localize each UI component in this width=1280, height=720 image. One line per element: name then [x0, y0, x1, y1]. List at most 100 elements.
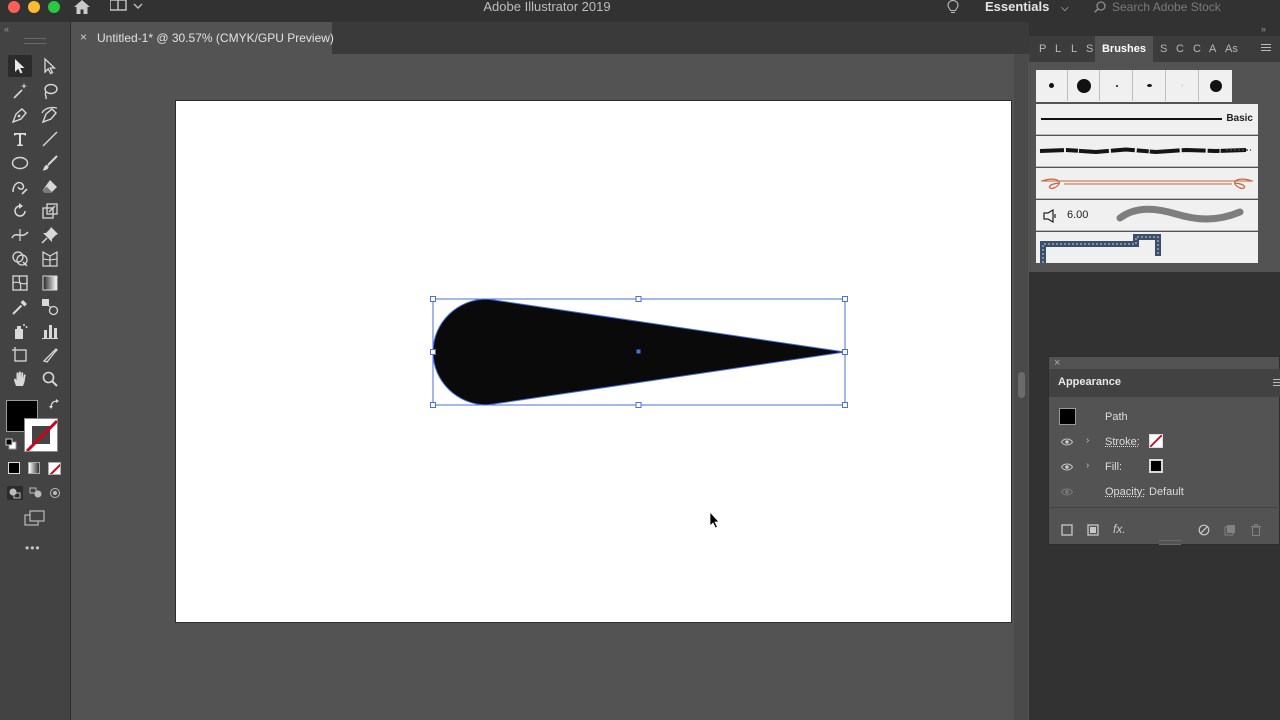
- stroke-swatch[interactable]: [24, 418, 58, 452]
- eye-icon[interactable]: [1061, 486, 1073, 498]
- app-title: Adobe Illustrator 2019: [483, 0, 611, 14]
- hand-tool[interactable]: [8, 368, 32, 390]
- stroke-color-swatch[interactable]: [1149, 434, 1163, 448]
- workspace-switcher[interactable]: Essentials ⌵: [985, 0, 1069, 16]
- toolbar-grip[interactable]: [24, 38, 46, 44]
- type-tool[interactable]: [8, 128, 32, 150]
- appearance-object-row[interactable]: Path: [1049, 405, 1280, 430]
- brush-bristle[interactable]: 6.00: [1036, 200, 1258, 231]
- tab-swatches[interactable]: S: [1086, 43, 1093, 55]
- tab-libraries[interactable]: L: [1071, 43, 1077, 55]
- brush-dab-tiny[interactable]: [1101, 70, 1133, 101]
- draw-inside-icon[interactable]: [48, 486, 64, 500]
- panel-menu-icon[interactable]: [1273, 379, 1280, 386]
- artboard-tool[interactable]: [8, 344, 32, 366]
- shape-builder-tool[interactable]: [8, 248, 32, 270]
- brush-art-decorative[interactable]: [1036, 168, 1258, 199]
- brush-dab-large[interactable]: [1068, 70, 1100, 101]
- direct-selection-tool[interactable]: [38, 55, 62, 77]
- default-fill-stroke-icon[interactable]: [5, 438, 17, 450]
- lasso-tool[interactable]: [38, 80, 62, 102]
- lightbulb-icon[interactable]: [947, 0, 959, 14]
- brush-basic[interactable]: Basic: [1036, 104, 1258, 135]
- add-stroke-icon[interactable]: [1061, 524, 1073, 536]
- gradient-mode-button[interactable]: [28, 462, 40, 474]
- edit-toolbar-button[interactable]: •••: [25, 541, 41, 555]
- paintbrush-tool[interactable]: [38, 152, 62, 174]
- document-tab[interactable]: × Untitled-1* @ 30.57% (CMYK/GPU Preview…: [72, 22, 334, 54]
- eraser-tool[interactable]: [38, 176, 62, 198]
- curvature-tool[interactable]: [38, 104, 62, 126]
- add-effect-icon[interactable]: fx.: [1113, 522, 1126, 536]
- brush-dab-faint[interactable]: [1167, 70, 1199, 101]
- puppet-warp-tool[interactable]: [38, 224, 62, 246]
- selection-tool[interactable]: [8, 55, 32, 77]
- brush-pattern[interactable]: [1036, 232, 1258, 263]
- duplicate-item-icon[interactable]: [1224, 524, 1236, 536]
- appearance-opacity-row[interactable]: Opacity: Default: [1049, 480, 1280, 505]
- swap-fill-stroke-icon[interactable]: [49, 399, 61, 411]
- brush-charcoal[interactable]: [1036, 136, 1258, 167]
- scale-tool[interactable]: [38, 200, 62, 222]
- tab-align[interactable]: A: [1209, 43, 1216, 55]
- none-mode-button[interactable]: [48, 462, 61, 475]
- close-panel-icon[interactable]: ×: [1054, 357, 1060, 369]
- mesh-tool[interactable]: [8, 272, 32, 294]
- blend-tool[interactable]: [38, 296, 62, 318]
- eye-icon[interactable]: [1061, 436, 1073, 448]
- symbol-sprayer-tool[interactable]: [8, 320, 32, 342]
- ellipse-tool[interactable]: [8, 152, 32, 174]
- appearance-fill-row[interactable]: › Fill:: [1049, 455, 1280, 480]
- add-fill-icon[interactable]: [1087, 524, 1099, 536]
- draw-behind-icon[interactable]: [28, 486, 44, 500]
- magic-wand-icon: [13, 83, 28, 99]
- tab-color[interactable]: C: [1176, 43, 1184, 55]
- collapse-dock-icon[interactable]: »: [1261, 24, 1266, 34]
- appearance-panel: × Appearance Path › Stroke: › Fill: Opac…: [1048, 356, 1280, 545]
- perspective-grid-tool[interactable]: [38, 248, 62, 270]
- tab-brushes[interactable]: Brushes: [1095, 36, 1153, 62]
- brush-dab-oval[interactable]: [1134, 70, 1166, 101]
- magic-wand-tool[interactable]: [8, 80, 32, 102]
- rotate-tool[interactable]: [8, 200, 32, 222]
- brushes-panel-tabs: P L L S Brushes S C C A As: [1029, 36, 1280, 62]
- panel-resize-grip[interactable]: [1159, 540, 1181, 545]
- opacity-label[interactable]: Opacity:: [1105, 486, 1145, 498]
- fill-label[interactable]: Fill:: [1105, 461, 1122, 473]
- tab-color-guide[interactable]: C: [1193, 43, 1201, 55]
- color-mode-button[interactable]: [8, 462, 20, 474]
- stroke-label[interactable]: Stroke:: [1105, 436, 1140, 448]
- tab-asset-export[interactable]: As: [1225, 43, 1238, 55]
- width-tool[interactable]: [8, 224, 32, 246]
- appearance-stroke-row[interactable]: › Stroke:: [1049, 430, 1280, 455]
- brush-dab-medium[interactable]: [1200, 70, 1232, 101]
- trash-icon[interactable]: [1250, 524, 1262, 536]
- draw-normal-button[interactable]: [7, 486, 23, 500]
- stock-search-field[interactable]: Search Adobe Stock: [1090, 0, 1270, 14]
- chevron-right-icon[interactable]: ›: [1086, 460, 1089, 471]
- column-graph-tool[interactable]: [38, 320, 62, 342]
- close-tab-icon[interactable]: ×: [80, 30, 87, 44]
- clear-appearance-icon[interactable]: [1198, 524, 1210, 536]
- pen-tool[interactable]: [8, 104, 32, 126]
- screen-mode-icon[interactable]: [24, 510, 46, 526]
- panel-menu-icon[interactable]: [1261, 42, 1271, 53]
- chevron-right-icon[interactable]: ›: [1086, 435, 1089, 446]
- tab-properties[interactable]: P: [1039, 43, 1046, 55]
- line-segment-tool[interactable]: [38, 128, 62, 150]
- vertical-scrollbar[interactable]: [1014, 54, 1028, 720]
- shaper-tool[interactable]: [8, 176, 32, 198]
- tab-symbols[interactable]: S: [1160, 43, 1167, 55]
- tab-layers[interactable]: L: [1055, 43, 1061, 55]
- eyedropper-tool[interactable]: [8, 296, 32, 318]
- artboard[interactable]: [176, 101, 1011, 622]
- zoom-tool[interactable]: [38, 368, 62, 390]
- gradient-tool[interactable]: [38, 272, 62, 294]
- fill-color-swatch[interactable]: [1149, 459, 1163, 473]
- collapse-toolbar-icon[interactable]: «: [4, 24, 9, 34]
- type-t-icon: [14, 133, 26, 146]
- brush-dab-small[interactable]: [1036, 70, 1068, 101]
- slice-tool[interactable]: [38, 344, 62, 366]
- eye-icon[interactable]: [1061, 461, 1073, 473]
- scrollbar-thumb[interactable]: [1018, 372, 1025, 398]
